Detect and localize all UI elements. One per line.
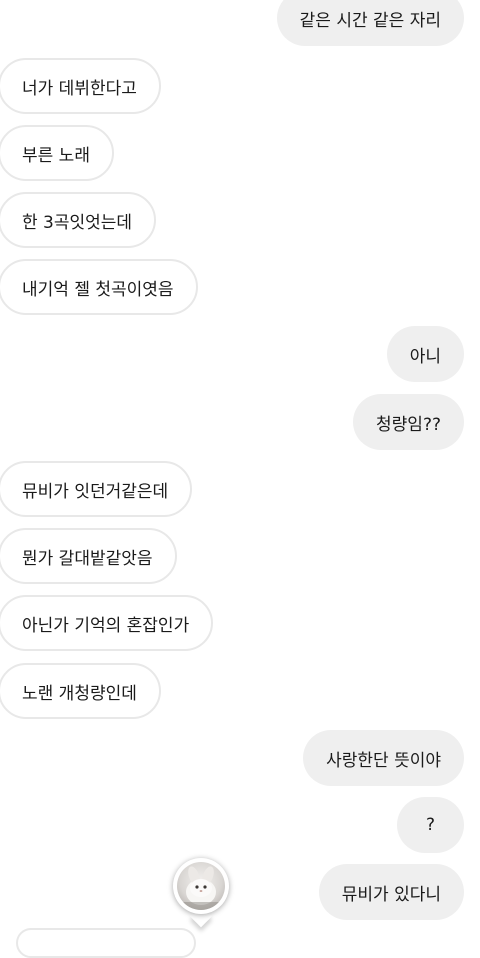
avatar-frame bbox=[173, 858, 229, 914]
rabbit-photo-icon bbox=[177, 866, 225, 910]
profile-photo-icon bbox=[177, 862, 225, 910]
message-text: ? bbox=[425, 815, 436, 835]
message-text: 한 3곡잇엇는데 bbox=[22, 212, 133, 233]
message-bubble-received[interactable]: 아닌가 기억의 혼잡인가 bbox=[0, 595, 214, 651]
message-text: 뮤비가 잇던거같은데 bbox=[22, 481, 169, 502]
message-bubble-received[interactable]: 한 3곡잇엇는데 bbox=[0, 192, 157, 248]
message-text: 뮤비가 있다니 bbox=[341, 884, 441, 905]
message-bubble-sent[interactable]: 사랑한단 뜻이야 bbox=[303, 730, 464, 786]
message-bubble-received[interactable]: 노랜 개청량인데 bbox=[0, 663, 161, 719]
message-text: 부른 노래 bbox=[22, 145, 90, 166]
message-text: 아니 bbox=[409, 346, 441, 367]
message-text: 내기억 젤 첫곡이엿음 bbox=[22, 279, 174, 300]
avatar[interactable] bbox=[173, 858, 229, 928]
message-bubble-received[interactable]: 부른 노래 bbox=[0, 125, 114, 181]
message-bubble-sent[interactable]: 같은 시간 같은 자리 bbox=[276, 0, 464, 46]
message-bubble-received[interactable]: 뮤비가 잇던거같은데 bbox=[0, 461, 193, 517]
message-bubble-received[interactable]: 너가 데뷔한다고 bbox=[0, 58, 161, 114]
message-bubble-sent[interactable]: 아니 bbox=[386, 326, 464, 382]
message-bubble-received[interactable]: 내기억 젤 첫곡이엿음 bbox=[0, 259, 198, 315]
message-text: 아닌가 기억의 혼잡인가 bbox=[22, 615, 190, 636]
message-bubble-received[interactable] bbox=[16, 928, 196, 958]
message-text: 사랑한단 뜻이야 bbox=[326, 750, 441, 771]
message-text: 너가 데뷔한다고 bbox=[22, 78, 137, 99]
message-text: 뭔가 갈대밭같앗음 bbox=[22, 548, 153, 569]
message-bubble-sent[interactable]: 뮤비가 있다니 bbox=[318, 864, 464, 920]
message-text: 같은 시간 같은 자리 bbox=[299, 10, 441, 31]
message-bubble-sent[interactable]: 청량임?? bbox=[353, 394, 464, 450]
message-text: 노랜 개청량인데 bbox=[22, 683, 137, 704]
message-text: 청량임?? bbox=[376, 414, 441, 435]
message-bubble-sent[interactable]: ? bbox=[397, 797, 464, 853]
message-bubble-received[interactable]: 뭔가 갈대밭같앗음 bbox=[0, 528, 177, 584]
